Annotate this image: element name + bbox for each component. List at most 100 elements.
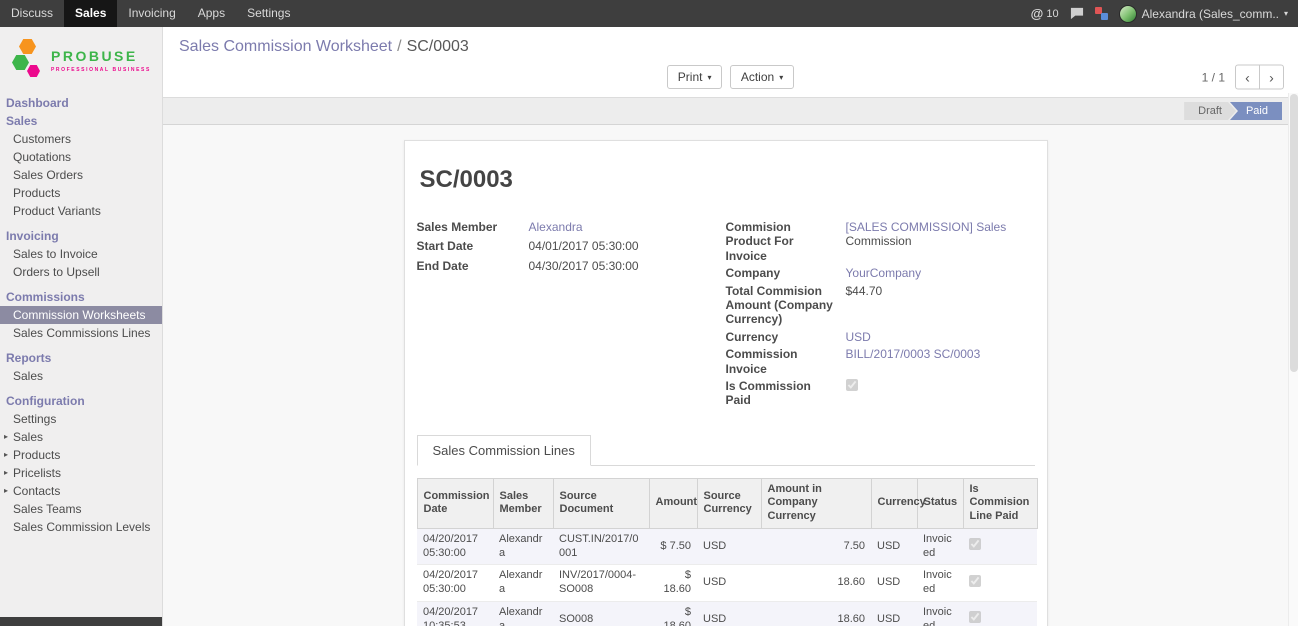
cell-status: Invoiced [917, 601, 963, 626]
column-source-document[interactable]: Source Document [553, 478, 649, 528]
breadcrumb-separator: / [397, 38, 401, 55]
commission-invoice-link[interactable]: BILL/2017/0003 SC/0003 [846, 347, 981, 361]
cell-currency: USD [871, 528, 917, 565]
cell-commission-date: 04/20/2017 05:30:00 [417, 565, 493, 602]
sidebar-item-sales-commission-levels[interactable]: Sales Commission Levels [0, 518, 162, 536]
field-groups: Sales Member Alexandra Start Date 04/01/… [417, 220, 1035, 411]
table-row[interactable]: 04/20/2017 10:35:53 Alexandra SO008 $ 18… [417, 601, 1037, 626]
notebook-tabs: Sales Commission Lines [417, 435, 1035, 466]
column-amount[interactable]: Amount [649, 478, 697, 528]
sidebar-item-config-sales[interactable]: ▸ Sales [0, 428, 162, 446]
action-buttons: Print ▾ Action ▾ [667, 65, 794, 89]
sidebar-item-quotations[interactable]: Quotations [0, 148, 162, 166]
line-paid-checkbox[interactable] [969, 611, 981, 623]
column-status[interactable]: Status [917, 478, 963, 528]
total-commission-label: Total Commision Amount (Company Currency… [726, 284, 846, 327]
commission-product-link[interactable]: [SALES COMMISSION] Sales [846, 220, 1035, 234]
sidebar-item-config-products[interactable]: ▸ Products [0, 446, 162, 464]
action-button[interactable]: Action ▾ [730, 65, 794, 89]
cell-source-currency: USD [697, 528, 761, 565]
column-source-currency[interactable]: Source Currency [697, 478, 761, 528]
sidebar-section-sales[interactable]: Sales [0, 112, 162, 130]
sidebar-item-commission-worksheets[interactable]: Commission Worksheets [0, 306, 162, 324]
cell-source-currency: USD [697, 565, 761, 602]
line-paid-checkbox[interactable] [969, 575, 981, 587]
vertical-scrollbar[interactable] [1288, 93, 1298, 626]
sidebar-item-sales-orders[interactable]: Sales Orders [0, 166, 162, 184]
pager-previous-button[interactable]: ‹ [1235, 65, 1260, 90]
menu-sales[interactable]: Sales [64, 0, 117, 27]
field-row-start-date: Start Date 04/01/2017 05:30:00 [417, 239, 726, 253]
tab-sales-commission-lines[interactable]: Sales Commission Lines [417, 435, 591, 466]
sidebar-item-label: Pricelists [13, 466, 61, 480]
cell-company-amount: 7.50 [761, 528, 871, 565]
caret-right-icon: ▸ [4, 448, 13, 462]
messages-button[interactable] [1070, 7, 1084, 20]
sidebar-section-invoicing[interactable]: Invoicing [0, 227, 162, 245]
table-row[interactable]: 04/20/2017 05:30:00 Alexandra CUST.IN/20… [417, 528, 1037, 565]
caret-right-icon: ▸ [4, 484, 13, 498]
sidebar-item-sales-commissions-lines[interactable]: Sales Commissions Lines [0, 324, 162, 342]
sidebar-item-orders-to-upsell[interactable]: Orders to Upsell [0, 263, 162, 281]
sidebar-item-contacts[interactable]: ▸ Contacts [0, 482, 162, 500]
menu-settings[interactable]: Settings [236, 0, 301, 27]
is-commission-paid-label: Is Commission Paid [726, 379, 846, 408]
sidebar-item-products[interactable]: Products [0, 184, 162, 202]
currency-link[interactable]: USD [846, 330, 871, 344]
hexagon-green [12, 55, 29, 70]
field-row-commission-invoice: Commission Invoice BILL/2017/0003 SC/000… [726, 347, 1035, 376]
sidebar-section-commissions[interactable]: Commissions [0, 288, 162, 306]
caret-down-icon: ▾ [1284, 9, 1288, 18]
sidebar-item-pricelists[interactable]: ▸ Pricelists [0, 464, 162, 482]
column-amount-in-company-currency[interactable]: Amount in Company Currency [761, 478, 871, 528]
commission-lines-table: Commission Date Sales Member Source Docu… [417, 478, 1038, 626]
sidebar-item-label: Products [13, 448, 60, 462]
company-link[interactable]: YourCompany [846, 266, 922, 280]
status-paid[interactable]: Paid [1230, 102, 1282, 120]
brand-logo: PROBUSE PROFESSIONAL BUSINESS [0, 27, 162, 92]
topbar-menu: Discuss Sales Invoicing Apps Settings [0, 0, 301, 27]
sidebar-item-sales-teams[interactable]: Sales Teams [0, 500, 162, 518]
menu-invoicing[interactable]: Invoicing [117, 0, 186, 27]
pager-next-button[interactable]: › [1259, 65, 1284, 90]
pager-buttons: ‹ › [1235, 65, 1284, 90]
print-button[interactable]: Print ▾ [667, 65, 723, 89]
cell-status: Invoiced [917, 528, 963, 565]
sales-member-label: Sales Member [417, 220, 529, 234]
cell-sales-member: Alexandra [493, 528, 553, 565]
total-commission-value: $44.70 [846, 284, 1035, 298]
column-currency[interactable]: Currency [871, 478, 917, 528]
record-title: SC/0003 [420, 166, 1035, 194]
sidebar-section-reports[interactable]: Reports [0, 349, 162, 367]
sidebar-section-configuration[interactable]: Configuration [0, 392, 162, 410]
announcements-button[interactable] [1095, 7, 1108, 20]
currency-label: Currency [726, 330, 846, 344]
breadcrumb-parent-link[interactable]: Sales Commission Worksheet [179, 38, 392, 55]
cell-amount: $ 18.60 [649, 565, 697, 602]
line-paid-checkbox[interactable] [969, 538, 981, 550]
column-commission-date[interactable]: Commission Date [417, 478, 493, 528]
sales-member-link[interactable]: Alexandra [529, 220, 583, 234]
cell-company-amount: 18.60 [761, 601, 871, 626]
field-row-currency: Currency USD [726, 330, 1035, 344]
activities-button[interactable]: @ 10 [1031, 6, 1059, 21]
menu-discuss[interactable]: Discuss [0, 0, 64, 27]
status-draft[interactable]: Draft [1184, 102, 1236, 120]
sidebar-item-product-variants[interactable]: Product Variants [0, 202, 162, 220]
sidebar-item-sales-to-invoice[interactable]: Sales to Invoice [0, 245, 162, 263]
menu-apps[interactable]: Apps [187, 0, 236, 27]
scrollbar-thumb[interactable] [1290, 94, 1298, 372]
column-sales-member[interactable]: Sales Member [493, 478, 553, 528]
column-is-commision-line-paid[interactable]: Is Commision Line Paid [963, 478, 1037, 528]
sidebar-menu: Dashboard Sales Customers Quotations Sal… [0, 92, 162, 626]
cell-currency: USD [871, 565, 917, 602]
is-commission-paid-checkbox[interactable] [846, 379, 858, 391]
sidebar-item-reports-sales[interactable]: Sales [0, 367, 162, 385]
sidebar-section-dashboard[interactable]: Dashboard [0, 94, 162, 112]
sidebar-bottom-bar [0, 617, 162, 626]
table-row[interactable]: 04/20/2017 05:30:00 Alexandra INV/2017/0… [417, 565, 1037, 602]
cell-source-document: INV/2017/0004-SO008 [553, 565, 649, 602]
sidebar-item-customers[interactable]: Customers [0, 130, 162, 148]
sidebar-item-settings[interactable]: Settings [0, 410, 162, 428]
user-menu[interactable]: Alexandra (Sales_comm.. ▾ [1119, 5, 1288, 23]
